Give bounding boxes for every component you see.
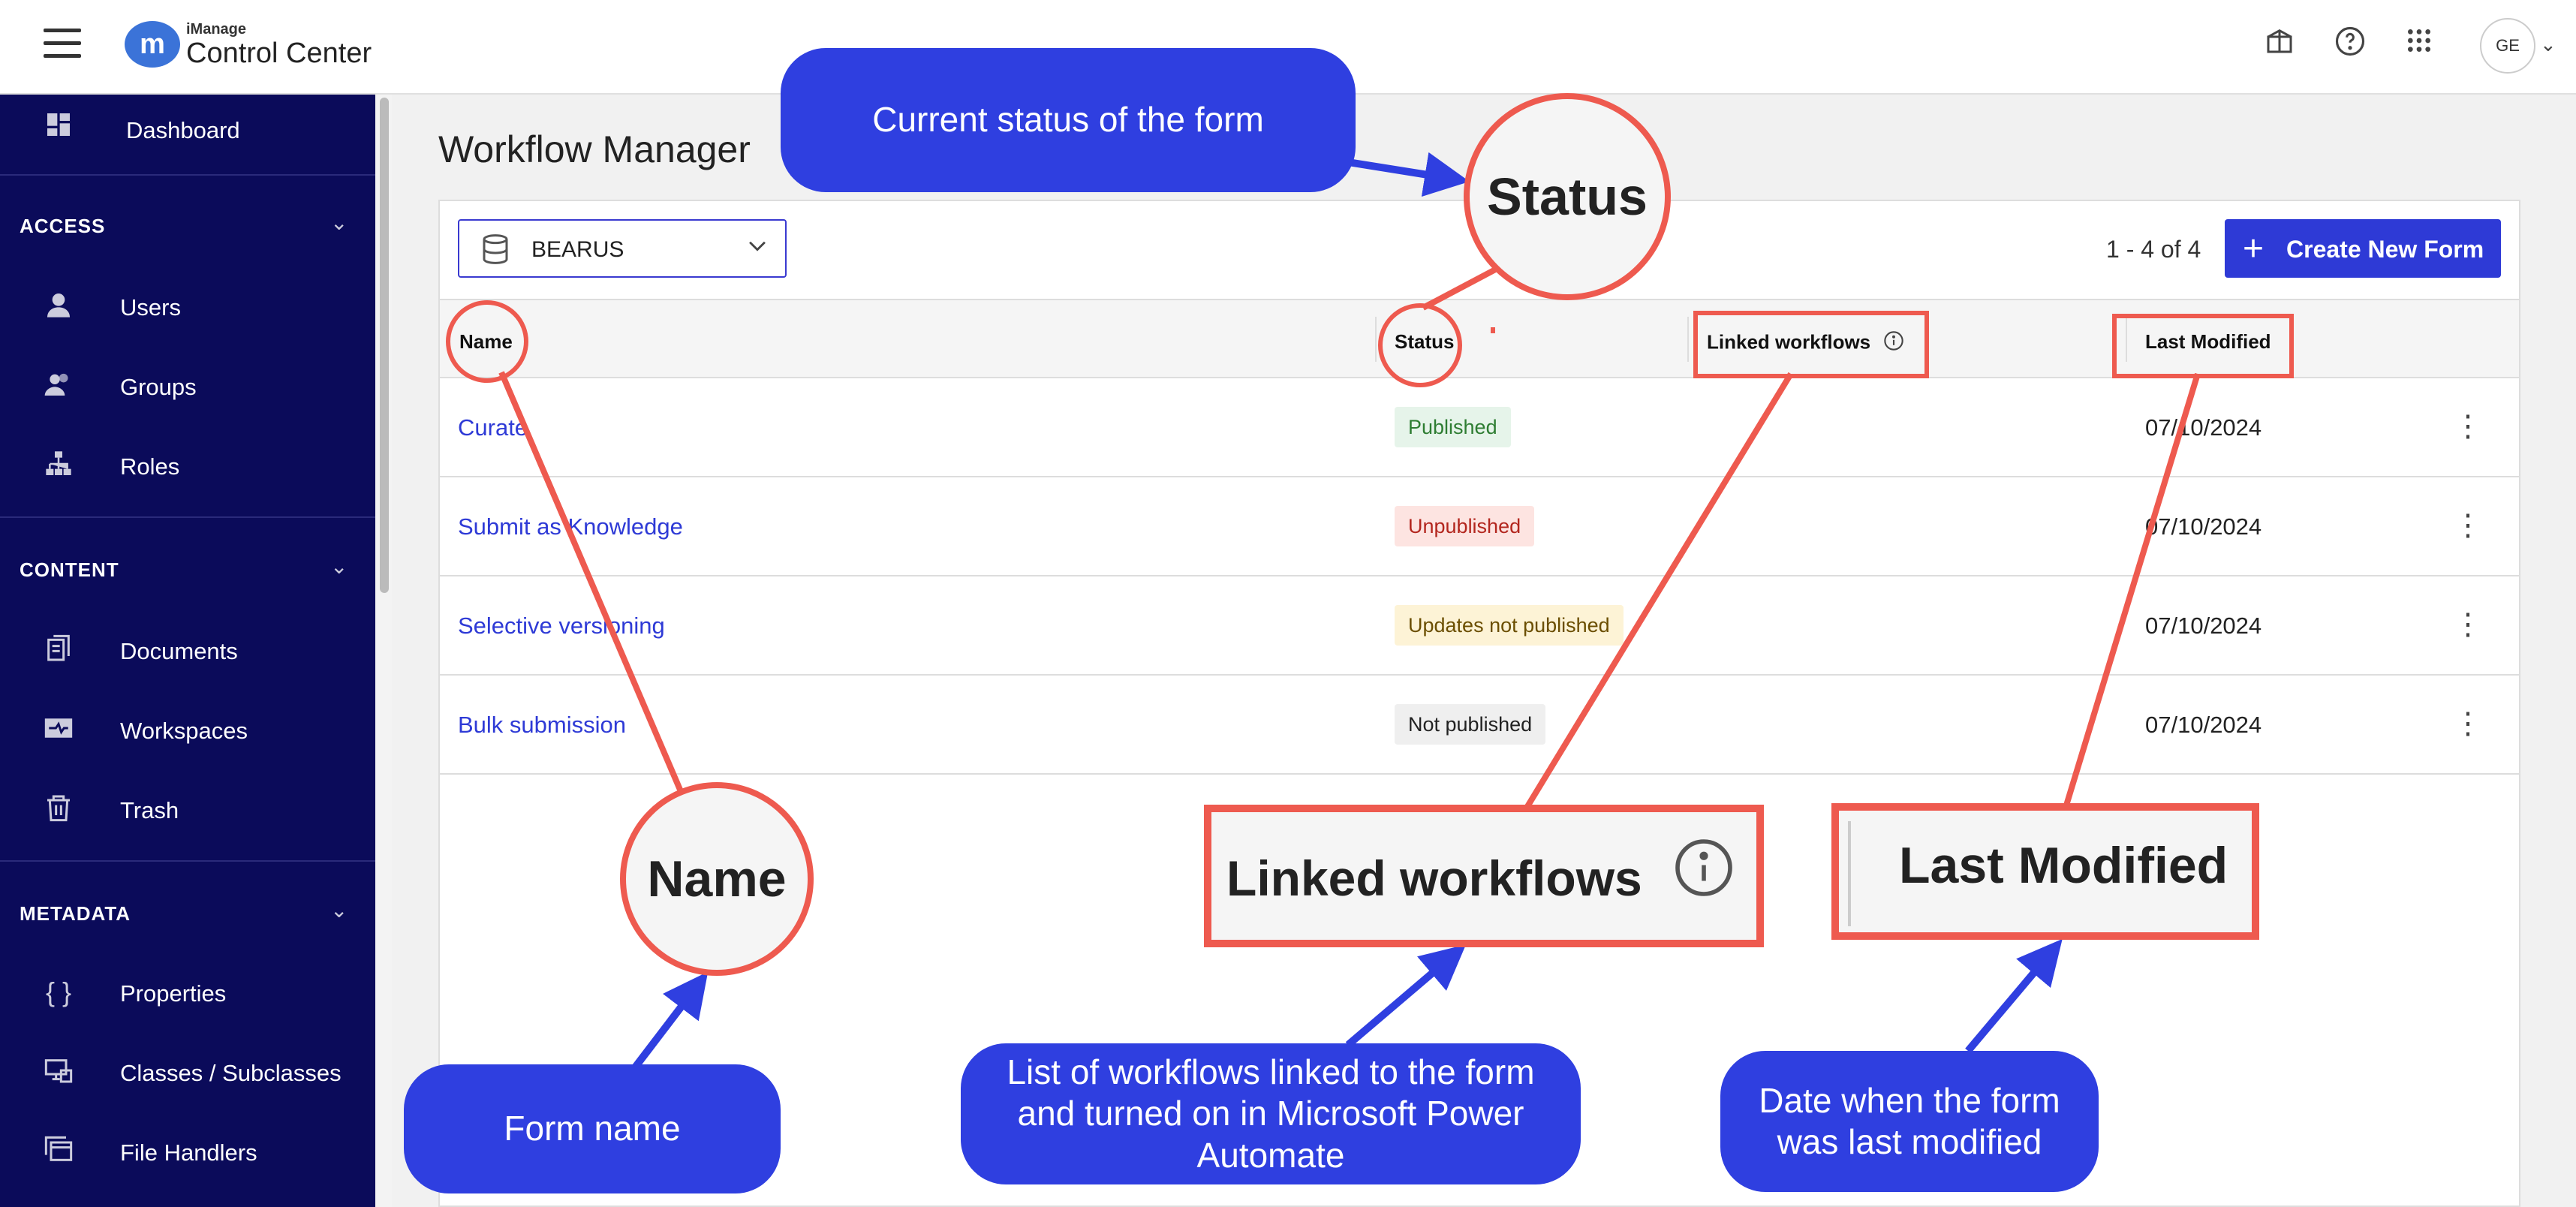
sidebar-item-label: Documents: [120, 638, 238, 664]
divider: [0, 174, 375, 176]
user-avatar[interactable]: GE: [2480, 18, 2535, 74]
sidebar-item-label: Trash: [120, 797, 179, 823]
help-icon[interactable]: [2331, 26, 2369, 63]
form-name-link[interactable]: Bulk submission: [458, 712, 626, 739]
highlight-name-column: [446, 300, 528, 383]
highlight-modified-column: [2112, 314, 2294, 378]
callout-status: Current status of the form: [781, 48, 1356, 192]
sidebar: Dashboard ACCESS ⌄ Users Groups Roles CO…: [0, 95, 375, 1207]
zoom-name: Name: [620, 782, 814, 976]
sidebar-item-users[interactable]: Users: [0, 272, 375, 339]
info-icon: [1672, 836, 1735, 903]
more-options-icon[interactable]: ⋮: [2453, 704, 2483, 743]
last-modified-date: 07/10/2024: [2145, 513, 2262, 540]
sidebar-item-label: Classes / Subclasses: [120, 1060, 342, 1086]
section-metadata[interactable]: METADATA: [20, 902, 131, 926]
sidebar-item-file-handlers[interactable]: File Handlers: [0, 1117, 375, 1184]
more-options-icon[interactable]: ⋮: [2453, 506, 2483, 545]
more-options-icon[interactable]: ⋮: [2453, 407, 2483, 446]
last-modified-date: 07/10/2024: [2145, 613, 2262, 639]
sidebar-item-documents[interactable]: Documents: [0, 616, 375, 683]
imanage-logo: m: [125, 21, 180, 68]
column-separator: [1375, 317, 1377, 362]
sidebar-item-label: Roles: [120, 453, 180, 480]
form-name-link[interactable]: Curate: [458, 414, 528, 441]
more-options-icon[interactable]: ⋮: [2453, 605, 2483, 644]
documents-icon: [42, 634, 75, 667]
user-icon: [42, 290, 75, 323]
trash-icon: [42, 793, 75, 826]
form-name-link[interactable]: Selective versioning: [458, 613, 665, 640]
sidebar-item-label: Users: [120, 294, 181, 321]
column-separator: [1687, 317, 1689, 362]
hierarchy-icon: [42, 449, 75, 482]
app-grid-icon[interactable]: [2400, 26, 2438, 63]
form-name-link[interactable]: Submit as Knowledge: [458, 513, 683, 540]
column-separator: [1848, 821, 1851, 926]
sidebar-item-label: Workspaces: [120, 718, 248, 744]
product-name: Control Center: [186, 38, 372, 69]
window-stack-icon: [42, 1135, 75, 1168]
sidebar-item-classes[interactable]: Classes / Subclasses: [0, 1037, 375, 1105]
highlight-status-column: [1378, 303, 1462, 387]
callout-name: Form name: [404, 1064, 781, 1193]
monitor-icon: [42, 1055, 75, 1088]
sidebar-item-label: File Handlers: [120, 1139, 257, 1166]
highlight-linked-column: [1693, 311, 1929, 378]
chevron-down-icon: [745, 233, 770, 264]
section-content[interactable]: CONTENT: [20, 558, 119, 582]
chevron-down-icon[interactable]: ⌄: [330, 898, 348, 923]
table-row[interactable]: Bulk submission Not published 07/10/2024…: [440, 676, 2519, 775]
status-badge: Updates not published: [1395, 605, 1624, 646]
create-new-form-button[interactable]: + Create New Form: [2225, 219, 2501, 278]
sidebar-item-trash[interactable]: Trash: [0, 775, 375, 842]
table-row[interactable]: Selective versioning Updates not publish…: [440, 576, 2519, 676]
section-access[interactable]: ACCESS: [20, 215, 105, 238]
callout-last-modified: Date when the form was last modified: [1720, 1051, 2099, 1192]
workspace-icon: [42, 713, 75, 746]
zoom-linked-label: Linked workflows: [1226, 850, 1642, 906]
brand-name: iManage: [186, 21, 247, 38]
database-icon: [480, 233, 510, 273]
pagination-count: 1 - 4 of 4: [2106, 236, 2201, 263]
braces-icon: { }: [45, 977, 72, 1007]
sidebar-item-groups[interactable]: Groups: [0, 351, 375, 419]
dashboard-icon: [42, 110, 75, 143]
sidebar-item-workspaces[interactable]: Workspaces: [0, 695, 375, 763]
divider: [0, 860, 375, 862]
scrollbar-thumb[interactable]: [380, 98, 389, 593]
divider: [0, 516, 375, 518]
zoom-linked-workflows: Linked workflows: [1204, 805, 1764, 947]
group-icon: [42, 369, 75, 402]
zoom-last-modified: Last Modified: [1831, 803, 2259, 940]
sidebar-item-label: Groups: [120, 374, 197, 400]
create-button-label: Create New Form: [2286, 236, 2484, 263]
chevron-down-icon[interactable]: ⌄: [330, 554, 348, 579]
status-badge: Not published: [1395, 704, 1546, 745]
table-row[interactable]: Curate Published 07/10/2024 ⋮: [440, 378, 2519, 477]
sidebar-item-dashboard[interactable]: Dashboard: [0, 95, 375, 162]
arrow-status: [1347, 152, 1470, 197]
zoom-modified-label: Last Modified: [1899, 837, 2228, 894]
repository-select[interactable]: BEARUS: [458, 219, 787, 278]
sidebar-item-properties[interactable]: { } Properties: [0, 958, 375, 1025]
menu-icon[interactable]: [44, 29, 81, 59]
zoom-status: Status: [1464, 93, 1671, 300]
callout-linked-workflows: List of workflows linked to the form and…: [961, 1043, 1581, 1184]
gift-icon[interactable]: [2261, 26, 2298, 63]
sidebar-item-roles[interactable]: Roles: [0, 431, 375, 498]
table-row[interactable]: Submit as Knowledge Unpublished 07/10/20…: [440, 477, 2519, 576]
repository-value: BEARUS: [531, 237, 624, 262]
plus-icon: +: [2243, 229, 2265, 269]
last-modified-date: 07/10/2024: [2145, 712, 2262, 738]
sidebar-item-label: Dashboard: [126, 117, 240, 143]
sidebar-item-label: Properties: [120, 980, 227, 1007]
chevron-down-icon[interactable]: ⌄: [330, 210, 348, 235]
chevron-down-icon[interactable]: ⌄: [2540, 33, 2556, 56]
status-badge: Published: [1395, 407, 1511, 447]
status-badge: Unpublished: [1395, 506, 1535, 546]
last-modified-date: 07/10/2024: [2145, 414, 2262, 441]
page-title: Workflow Manager: [438, 128, 751, 170]
